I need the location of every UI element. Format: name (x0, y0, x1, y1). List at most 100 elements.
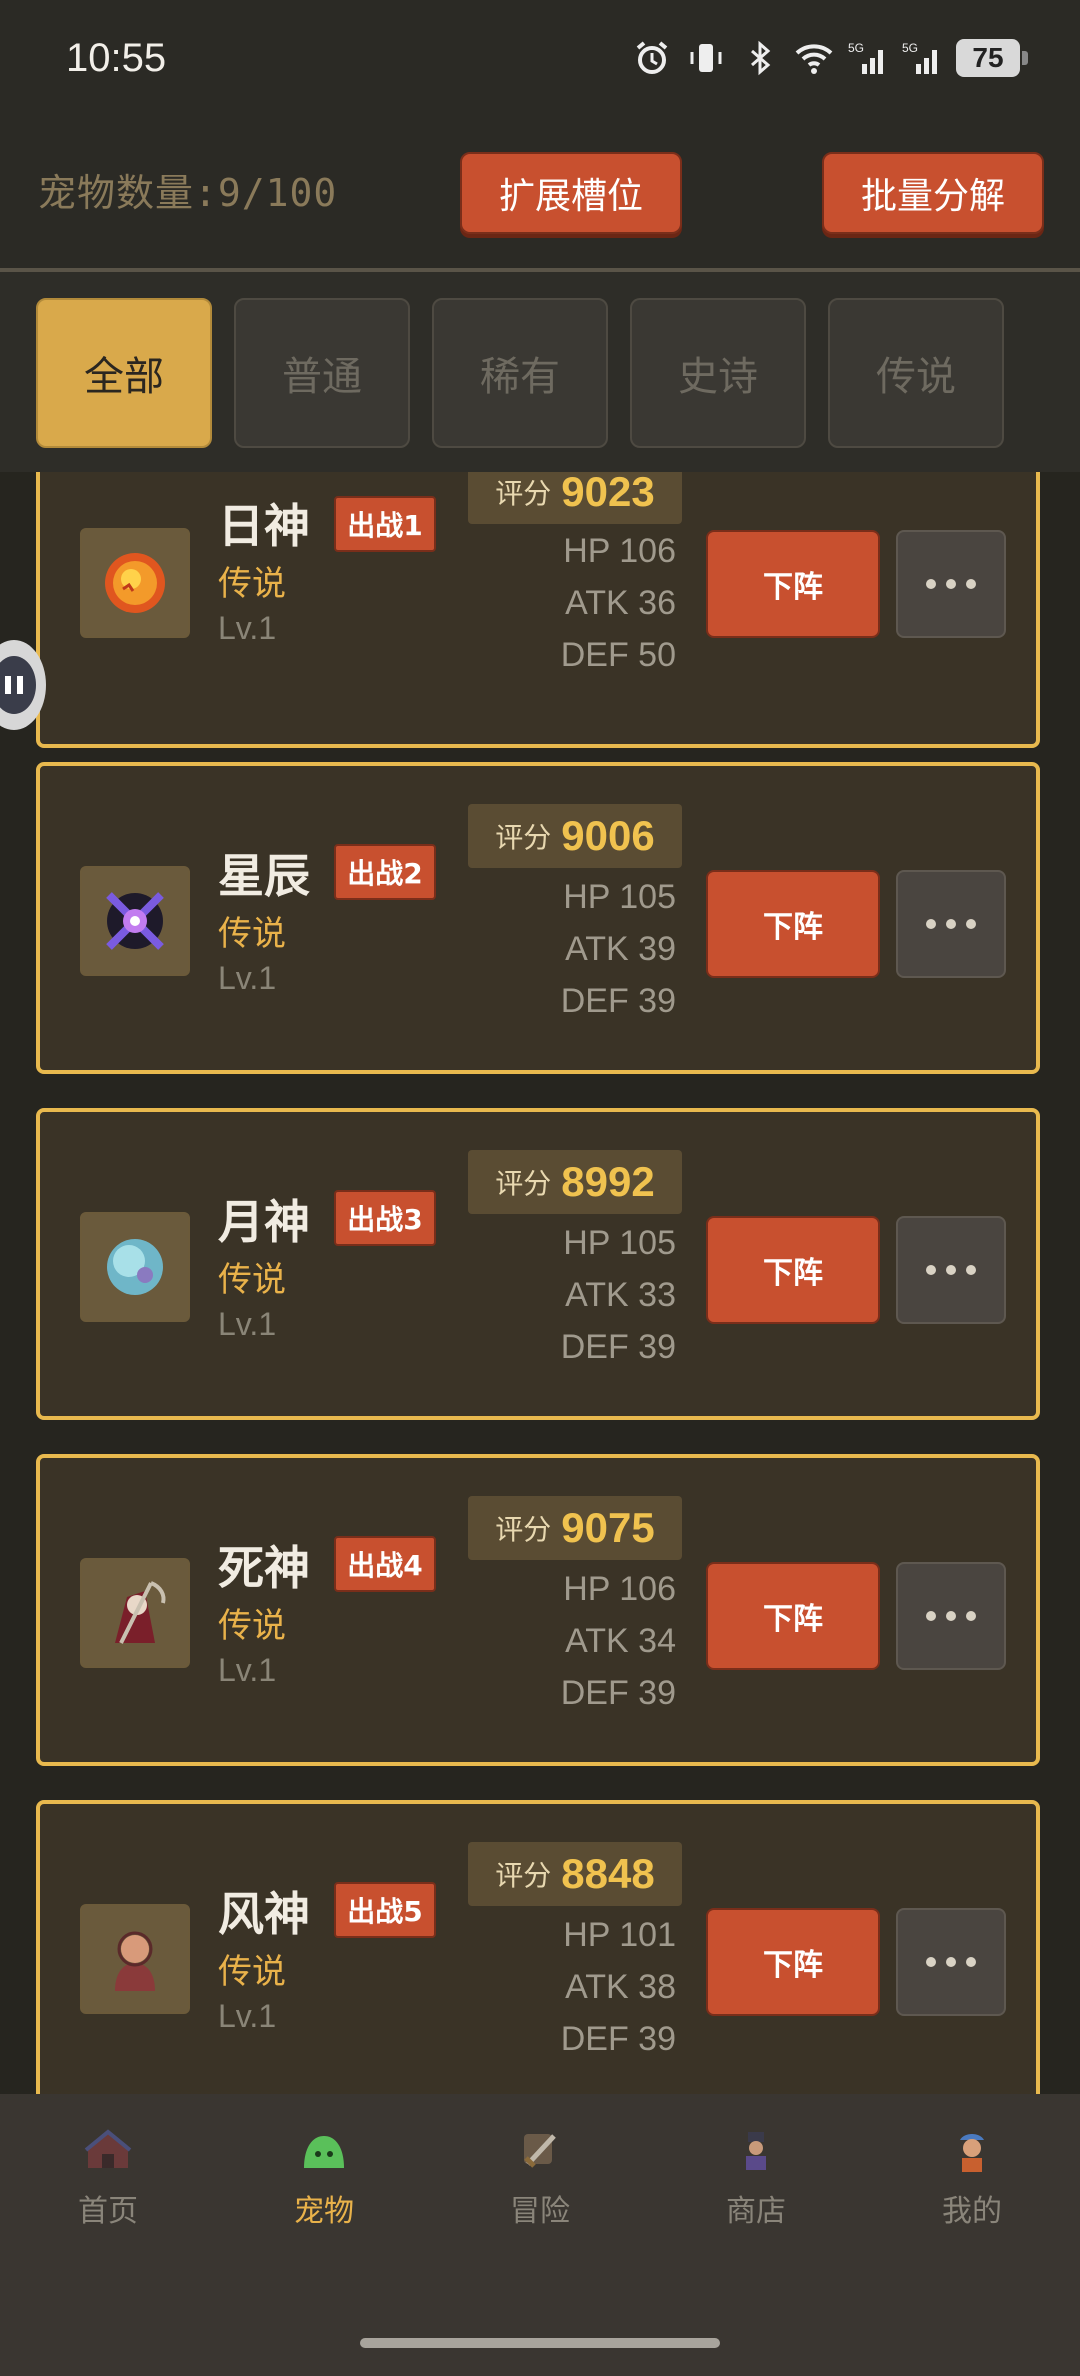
more-options-button[interactable] (896, 530, 1006, 638)
pet-card[interactable]: 日神 出战1 传说 Lv.1 评分 9023 HP 106 ATK 36 DEF… (36, 472, 1040, 748)
more-options-button[interactable] (896, 1562, 1006, 1670)
status-bar: 10:55 5G 5G 75 (0, 0, 1080, 130)
pet-card[interactable]: 星辰 出战2 传说 Lv.1 评分 9006 HP 105 ATK 39 DEF… (36, 762, 1040, 1074)
pet-rarity: 传说 (218, 1952, 286, 1992)
rarity-filter-bar: 全部 普通 稀有 史诗 传说 (0, 272, 1080, 472)
withdraw-button[interactable]: 下阵 (706, 1216, 880, 1324)
nav-pets[interactable]: 宠物 (244, 2124, 404, 2244)
home-indicator[interactable] (360, 2338, 720, 2348)
filter-all[interactable]: 全部 (36, 298, 212, 448)
sword-icon (524, 2134, 556, 2168)
more-options-button[interactable] (896, 1216, 1006, 1324)
clock: 10:55 (66, 36, 167, 80)
score-box: 评分 8992 (468, 1150, 682, 1214)
atk-stat: ATK 33 (565, 1276, 676, 1314)
pet-rarity: 传说 (218, 1260, 286, 1300)
nav-adventure[interactable]: 冒险 (460, 2124, 620, 2244)
hp-stat: HP 106 (563, 532, 676, 570)
def-stat: DEF 39 (560, 1328, 676, 1366)
score-label: 评分 (495, 821, 552, 854)
nav-label: 冒险 (510, 2194, 570, 2229)
vibrate-icon (690, 44, 722, 72)
pet-name: 月神 (218, 1195, 310, 1249)
nav-profile[interactable]: 我的 (892, 2124, 1052, 2244)
pet-card[interactable]: 风神 出战5 传说 Lv.1 评分 8848 HP 101 ATK 38 DEF… (36, 1800, 1040, 2094)
battle-slot-badge: 出战3 (334, 1190, 436, 1246)
batch-decompose-button[interactable]: 批量分解 (822, 152, 1044, 234)
filter-rare[interactable]: 稀有 (432, 298, 608, 448)
pet-name: 星辰 (218, 849, 310, 903)
pet-count: 宠物数量:9/100 (38, 171, 338, 215)
more-options-button[interactable] (896, 870, 1006, 978)
nav-home[interactable]: 首页 (28, 2124, 188, 2244)
bottom-nav: 首页 宠物 冒险 商店 我的 (0, 2094, 1080, 2376)
withdraw-button[interactable]: 下阵 (706, 870, 880, 978)
def-stat: DEF 39 (560, 982, 676, 1020)
nav-label: 商店 (726, 2194, 786, 2229)
score-value: 9006 (561, 812, 655, 859)
more-options-button[interactable] (896, 1908, 1006, 2016)
def-stat: DEF 50 (560, 636, 676, 674)
battle-slot-badge: 出战4 (334, 1536, 436, 1592)
svg-text:5G: 5G (902, 41, 918, 55)
pet-rarity: 传说 (218, 914, 286, 954)
expand-slots-button[interactable]: 扩展槽位 (460, 152, 682, 234)
battery-indicator: 75 (956, 39, 1028, 77)
pet-name: 死神 (218, 1541, 310, 1595)
score-value: 8992 (561, 1158, 655, 1205)
pet-level: Lv.1 (218, 1652, 277, 1688)
moon-orb-icon (80, 1212, 190, 1322)
bluetooth-icon (751, 40, 771, 76)
filter-legendary[interactable]: 传说 (828, 298, 1004, 448)
score-label: 评分 (495, 477, 552, 510)
pet-card[interactable]: 死神 出战4 传说 Lv.1 评分 9075 HP 106 ATK 34 DEF… (36, 1454, 1040, 1766)
monk-icon (80, 1904, 190, 2014)
atk-stat: ATK 39 (565, 930, 676, 968)
def-stat: DEF 39 (560, 1674, 676, 1712)
wifi-icon (795, 44, 833, 74)
nav-shop[interactable]: 商店 (676, 2124, 836, 2244)
pet-level: Lv.1 (218, 610, 277, 646)
battle-slot-badge: 出战2 (334, 844, 436, 900)
withdraw-button[interactable]: 下阵 (706, 530, 880, 638)
def-stat: DEF 39 (560, 2020, 676, 2058)
pet-level: Lv.1 (218, 1998, 277, 2034)
hp-stat: HP 106 (563, 1570, 676, 1608)
slime-icon (304, 2136, 344, 2168)
pet-rarity: 传说 (218, 564, 286, 604)
signal-5g-icon: 5G (848, 41, 883, 74)
score-box: 评分 9006 (468, 804, 682, 868)
player-icon (960, 2134, 984, 2172)
filter-epic[interactable]: 史诗 (630, 298, 806, 448)
star-rune-icon (80, 866, 190, 976)
score-value: 9075 (561, 1504, 655, 1551)
reaper-icon (80, 1558, 190, 1668)
nav-label: 我的 (942, 2194, 1002, 2229)
withdraw-button[interactable]: 下阵 (706, 1562, 880, 1670)
signal-5g-icon: 5G (902, 41, 937, 74)
withdraw-button[interactable]: 下阵 (706, 1908, 880, 2016)
pet-name: 风神 (218, 1887, 310, 1941)
score-value: 8848 (561, 1850, 655, 1897)
filter-common[interactable]: 普通 (234, 298, 410, 448)
pet-level: Lv.1 (218, 960, 277, 996)
pet-list[interactable]: 日神 出战1 传说 Lv.1 评分 9023 HP 106 ATK 36 DEF… (0, 472, 1080, 2094)
pet-header: 宠物数量:9/100 扩展槽位 批量分解 (0, 130, 1080, 272)
hp-stat: HP 105 (563, 878, 676, 916)
score-label: 评分 (495, 1859, 552, 1892)
score-label: 评分 (495, 1167, 552, 1200)
shopkeeper-icon (746, 2132, 766, 2170)
house-icon (84, 2129, 132, 2168)
pet-card[interactable]: 月神 出战3 传说 Lv.1 评分 8992 HP 105 ATK 33 DEF… (36, 1108, 1040, 1420)
score-box: 评分 9023 (468, 472, 682, 524)
pet-rarity: 传说 (218, 1606, 286, 1646)
atk-stat: ATK 36 (565, 584, 676, 622)
svg-text:5G: 5G (848, 41, 864, 55)
hp-stat: HP 105 (563, 1224, 676, 1262)
pet-level: Lv.1 (218, 1306, 277, 1342)
battle-slot-badge: 出战5 (334, 1882, 436, 1938)
score-label: 评分 (495, 1513, 552, 1546)
score-value: 9023 (561, 472, 655, 515)
sun-orb-icon (80, 528, 190, 638)
atk-stat: ATK 34 (565, 1622, 676, 1660)
